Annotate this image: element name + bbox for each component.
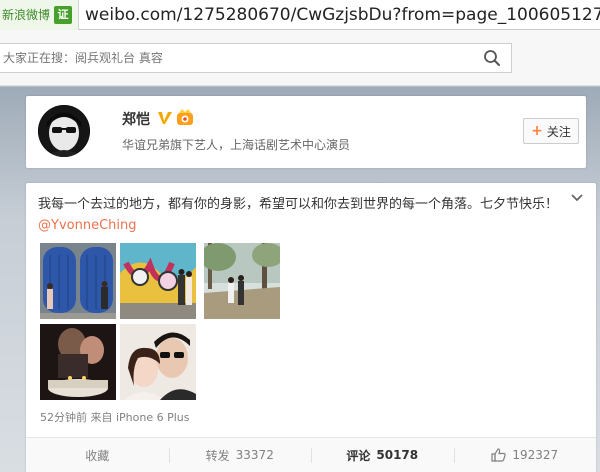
photo-birthday-cake-image <box>40 324 116 400</box>
mention-link[interactable]: @YvonneChing <box>38 218 136 233</box>
favorite-button[interactable]: 收藏 <box>26 438 169 472</box>
photo-park-path-image <box>204 243 280 319</box>
post-text: 我每一个去过的地方，都有你的身影，希望可以和你去到世界的每一个角落。七夕节快乐！… <box>38 194 568 236</box>
weibo-top-bar <box>0 30 600 86</box>
favorite-label: 收藏 <box>85 448 110 463</box>
chevron-down-icon[interactable] <box>570 193 584 203</box>
author-description: 华谊兄弟旗下艺人，上海话剧艺术中心演员 <box>122 138 351 152</box>
repost-button[interactable]: 转发 33372 <box>168 438 312 472</box>
post-photo-1[interactable] <box>40 243 116 319</box>
search-input[interactable] <box>0 44 469 72</box>
follow-label: 关注 <box>546 124 571 139</box>
url-text[interactable]: weibo.com/1275280670/CwGzjsbDu?from=page… <box>79 5 600 25</box>
comment-count: 50178 <box>376 448 419 462</box>
post-photo-2[interactable] <box>120 243 196 319</box>
plus-icon: + <box>531 123 543 139</box>
post-body: 我每一个去过的地方，都有你的身影，希望可以和你去到世界的每一个角落。七夕节快乐！ <box>38 197 559 212</box>
like-count: 192327 <box>512 448 559 462</box>
photo-couple-selfie-image <box>120 324 196 400</box>
author-name[interactable]: 郑恺 <box>122 109 150 129</box>
weibo-post-card: 我每一个去过的地方，都有你的身影，希望可以和你去到世界的每一个角落。七夕节快乐！… <box>26 183 596 472</box>
comment-label: 评论 <box>346 448 371 463</box>
search-box[interactable] <box>0 43 512 73</box>
post-photo-4[interactable] <box>40 324 116 400</box>
post-photo-5[interactable] <box>120 324 196 400</box>
avatar-portrait-image <box>38 105 90 157</box>
search-icon[interactable] <box>483 49 501 67</box>
site-identity-tag[interactable]: 新浪微博 证 <box>0 0 80 30</box>
post-photo-3[interactable] <box>204 243 280 319</box>
post-meta[interactable]: 52分钟前 来自 iPhone 6 Plus <box>40 409 190 425</box>
vip-badge-icon <box>177 109 193 125</box>
thumbs-up-icon <box>491 448 507 462</box>
site-name: 新浪微博 <box>2 8 51 22</box>
avatar[interactable] <box>38 105 90 157</box>
comment-button[interactable]: 评论 50178 <box>311 438 454 472</box>
repost-count: 33372 <box>235 448 274 462</box>
author-card: 郑恺 华谊兄弟旗下艺人，上海话剧艺术中心演员 + 关注 <box>26 96 586 168</box>
follow-button[interactable]: + 关注 <box>523 118 579 144</box>
photo-blue-doors-image <box>40 243 116 319</box>
browser-address-bar[interactable]: 新浪微博 证 weibo.com/1275280670/CwGzjsbDu?fr… <box>0 0 600 30</box>
photo-graffiti-wall-image <box>120 243 196 319</box>
certificate-badge-icon[interactable]: 证 <box>54 5 73 24</box>
repost-label: 转发 <box>205 448 230 463</box>
post-action-bar: 收藏 转发 33372 评论 50178 192327 <box>26 437 596 472</box>
like-button[interactable]: 192327 <box>453 438 597 472</box>
verified-v-icon <box>158 112 172 124</box>
